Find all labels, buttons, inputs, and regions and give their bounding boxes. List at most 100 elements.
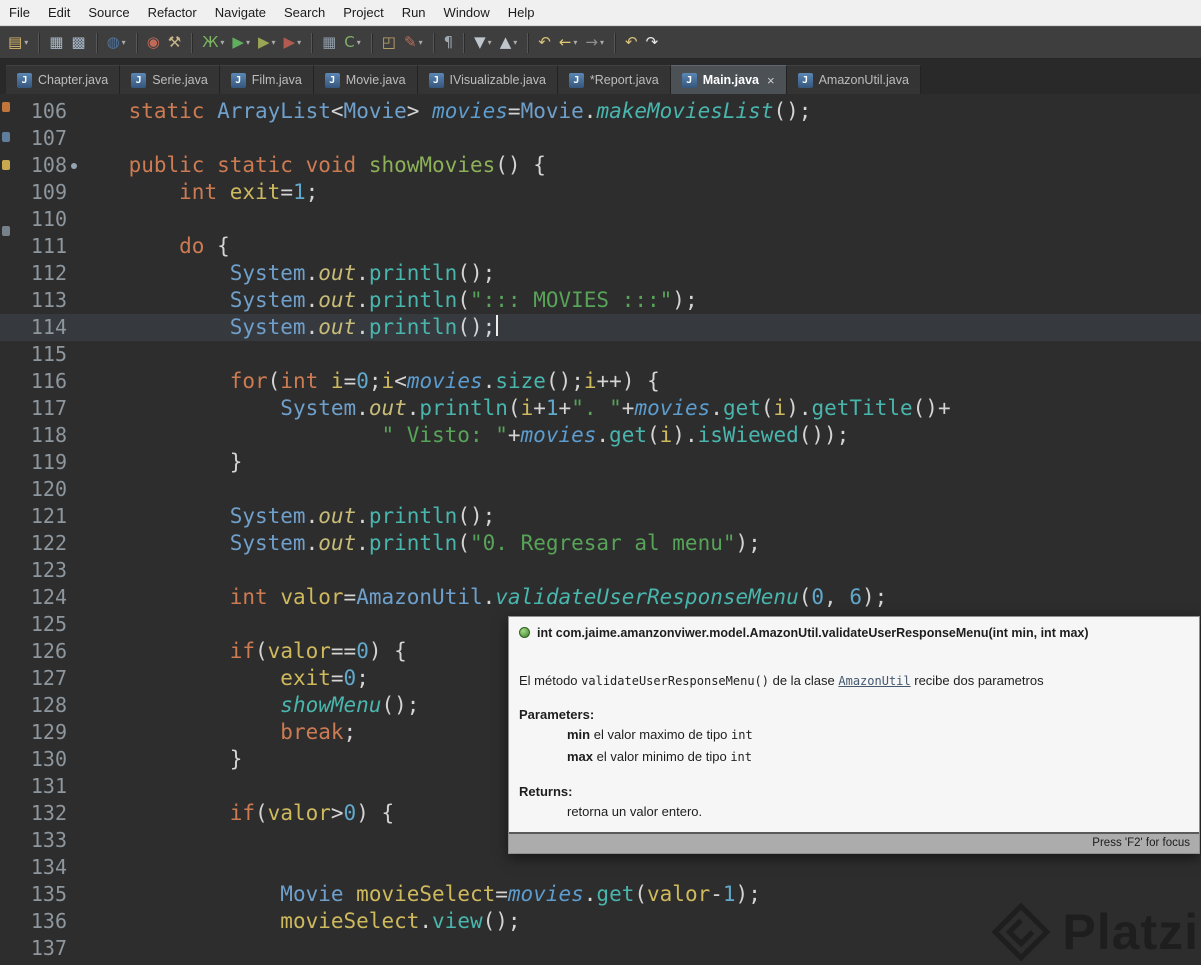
code-line-134[interactable]: 134	[0, 854, 1201, 881]
line-number[interactable]: 115	[0, 341, 67, 368]
line-number[interactable]: 134	[0, 854, 67, 881]
code-line-120[interactable]: 120	[0, 476, 1201, 503]
dropdown-caret-icon[interactable]: ▾	[419, 38, 423, 47]
line-number[interactable]: 121	[0, 503, 67, 530]
line-number[interactable]: 123	[0, 557, 67, 584]
line-number[interactable]: 113	[0, 287, 67, 314]
show-whitespace-icon[interactable]: ¶	[441, 31, 457, 55]
line-number[interactable]: 129	[0, 719, 67, 746]
open-type-icon[interactable]: ◰	[379, 31, 399, 55]
run-icon[interactable]: ▶ ▾	[229, 31, 253, 55]
line-number[interactable]: 132	[0, 800, 67, 827]
code-line-115[interactable]: 115	[0, 341, 1201, 368]
dropdown-caret-icon[interactable]: ▾	[122, 38, 126, 47]
dropdown-caret-icon[interactable]: ▾	[297, 38, 301, 47]
back-history-icon[interactable]: ← ▾	[556, 31, 581, 55]
new-wizard-icon[interactable]: ▤ ▾	[5, 31, 31, 55]
code-line-118[interactable]: 118 " Visto: "+movies.get(i).isWiewed())…	[0, 422, 1201, 449]
code-line-135[interactable]: 135 Movie movieSelect=movies.get(valor-1…	[0, 881, 1201, 908]
line-number[interactable]: 117	[0, 395, 67, 422]
dropdown-caret-icon[interactable]: ▾	[272, 38, 276, 47]
coverage-icon[interactable]: ▶ ▾	[255, 31, 279, 55]
coverage-grid-icon[interactable]: ▦	[319, 31, 339, 55]
menu-search[interactable]: Search	[275, 1, 334, 24]
code-line-111[interactable]: 111 do {	[0, 233, 1201, 260]
line-number[interactable]: 130	[0, 746, 67, 773]
code-line-137[interactable]: 137	[0, 935, 1201, 962]
redo-icon[interactable]: ↷	[643, 31, 662, 55]
line-number[interactable]: 122	[0, 530, 67, 557]
dropdown-caret-icon[interactable]: ▾	[220, 38, 224, 47]
publish-sphere-icon[interactable]: ◍ ▾	[104, 31, 129, 55]
menu-run[interactable]: Run	[393, 1, 435, 24]
code-line-123[interactable]: 123	[0, 557, 1201, 584]
next-annotation-icon[interactable]: ▼ ▾	[471, 31, 495, 55]
line-number[interactable]: 114	[0, 314, 67, 341]
code-line-114[interactable]: 114 System.out.println();	[0, 314, 1201, 341]
close-tab-icon[interactable]: ×	[767, 73, 775, 88]
line-number[interactable]: 107	[0, 125, 67, 152]
tab-main-java[interactable]: J Main.java ×	[670, 65, 787, 94]
line-number[interactable]: 127	[0, 665, 67, 692]
code-line-121[interactable]: 121 System.out.println();	[0, 503, 1201, 530]
line-number[interactable]: 133	[0, 827, 67, 854]
line-number[interactable]: 120	[0, 476, 67, 503]
code-line-113[interactable]: 113 System.out.println("::: MOVIES :::")…	[0, 287, 1201, 314]
forward-history-icon[interactable]: → ▾	[582, 31, 607, 55]
code-line-122[interactable]: 122 System.out.println("0. Regresar al m…	[0, 530, 1201, 557]
menu-help[interactable]: Help	[499, 1, 544, 24]
build-icon[interactable]: ⚒	[165, 31, 184, 55]
line-number[interactable]: 128	[0, 692, 67, 719]
code-line-119[interactable]: 119 }	[0, 449, 1201, 476]
undo-icon[interactable]: ↶	[622, 31, 641, 55]
line-number[interactable]: 111	[0, 233, 67, 260]
dropdown-caret-icon[interactable]: ▾	[513, 38, 517, 47]
code-line-110[interactable]: 110	[0, 206, 1201, 233]
menu-project[interactable]: Project	[334, 1, 392, 24]
line-number[interactable]: 119	[0, 449, 67, 476]
debug-icon[interactable]: Ж ▾	[199, 31, 227, 55]
line-number[interactable]: 108	[0, 152, 67, 179]
dropdown-caret-icon[interactable]: ▾	[24, 38, 28, 47]
prev-annotation-icon[interactable]: ▲ ▾	[497, 31, 521, 55]
tab-ivisualizable-java[interactable]: J IVisualizable.java	[417, 65, 558, 94]
dropdown-caret-icon[interactable]: ▾	[600, 38, 604, 47]
new-class-icon[interactable]: C ▾	[341, 31, 364, 55]
tab-film-java[interactable]: J Film.java	[219, 65, 314, 94]
line-number[interactable]: 137	[0, 935, 67, 962]
line-number[interactable]: 135	[0, 881, 67, 908]
menu-source[interactable]: Source	[79, 1, 138, 24]
code-line-117[interactable]: 117 System.out.println(i+1+". "+movies.g…	[0, 395, 1201, 422]
code-line-108[interactable]: 108 public static void showMovies() {	[0, 152, 1201, 179]
code-line-116[interactable]: 116 for(int i=0;i<movies.size();i++) {	[0, 368, 1201, 395]
line-number[interactable]: 125	[0, 611, 67, 638]
menu-refactor[interactable]: Refactor	[139, 1, 206, 24]
amazonutil-link[interactable]: AmazonUtil	[838, 674, 910, 688]
dropdown-caret-icon[interactable]: ▾	[357, 38, 361, 47]
tab-chapter-java[interactable]: J Chapter.java	[6, 65, 121, 94]
brush-icon[interactable]: ✎ ▾	[401, 31, 426, 55]
code-line-106[interactable]: 106 static ArrayList<Movie> movies=Movie…	[0, 98, 1201, 125]
code-line-124[interactable]: 124 int valor=AmazonUtil.validateUserRes…	[0, 584, 1201, 611]
dropdown-caret-icon[interactable]: ▾	[573, 38, 577, 47]
line-number[interactable]: 126	[0, 638, 67, 665]
menu-window[interactable]: Window	[435, 1, 499, 24]
code-line-109[interactable]: 109 int exit=1;	[0, 179, 1201, 206]
tab-amazonutil-java[interactable]: J AmazonUtil.java	[786, 65, 921, 94]
code-line-107[interactable]: 107	[0, 125, 1201, 152]
tab-serie-java[interactable]: J Serie.java	[120, 65, 220, 94]
dropdown-caret-icon[interactable]: ▾	[488, 38, 492, 47]
code-line-112[interactable]: 112 System.out.println();	[0, 260, 1201, 287]
tab-report-java[interactable]: J *Report.java	[557, 65, 671, 94]
line-number[interactable]: 131	[0, 773, 67, 800]
menu-navigate[interactable]: Navigate	[206, 1, 275, 24]
save-icon[interactable]: ▦	[46, 31, 66, 55]
last-edit-location-icon[interactable]: ↶	[535, 31, 554, 55]
line-number[interactable]: 106	[0, 98, 67, 125]
line-number[interactable]: 118	[0, 422, 67, 449]
menu-file[interactable]: File	[0, 1, 39, 24]
menu-edit[interactable]: Edit	[39, 1, 79, 24]
code-line-136[interactable]: 136 movieSelect.view();	[0, 908, 1201, 935]
line-number[interactable]: 136	[0, 908, 67, 935]
skip-breakpoints-icon[interactable]: ◉	[144, 31, 163, 55]
